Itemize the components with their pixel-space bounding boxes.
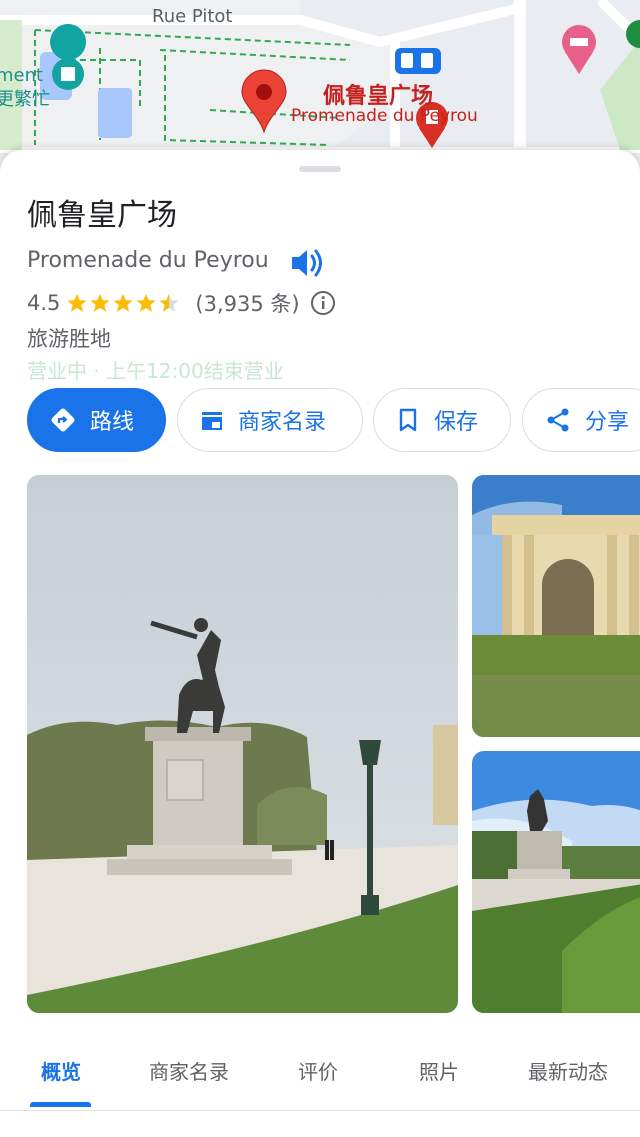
- tab-photos[interactable]: 照片: [419, 1056, 459, 1085]
- rating-stars: [66, 292, 181, 314]
- star-icon: [90, 293, 111, 312]
- rating-row[interactable]: 4.5 (3,935 条): [27, 288, 336, 318]
- map-canvas: [0, 0, 640, 153]
- place-photo-3[interactable]: [472, 751, 640, 1013]
- map-poi-sublabel: Promenade du Peyrou: [291, 106, 478, 126]
- place-category: 旅游胜地: [27, 327, 111, 351]
- tab-overview[interactable]: 概览: [41, 1056, 81, 1085]
- bookmark-icon: [399, 408, 417, 432]
- place-photo-2[interactable]: [472, 475, 640, 737]
- directory-button[interactable]: 商家名录: [177, 388, 363, 452]
- share-icon: [547, 408, 569, 432]
- star-icon: [67, 293, 88, 312]
- bus-icon[interactable]: [395, 48, 441, 74]
- directions-label: 路线: [90, 410, 135, 435]
- place-tabs: 概览 商家名录 评价 照片 最新动态: [0, 1030, 640, 1111]
- save-label: 保存: [434, 410, 479, 435]
- star-icon: [136, 293, 157, 312]
- street-label: Rue Pitot: [152, 6, 233, 27]
- share-button[interactable]: 分享: [522, 388, 640, 452]
- place-sheet: 佩鲁皇广场 Promenade du Peyrou 4.5 (3,935 条) …: [0, 150, 640, 1137]
- statue-photo: [27, 475, 458, 1013]
- map-area-label: ment 更繁忙: [0, 65, 50, 110]
- rating-value: 4.5: [27, 291, 61, 315]
- info-icon[interactable]: [310, 290, 336, 316]
- drag-handle[interactable]: [299, 166, 341, 172]
- statue-park-photo: [472, 751, 640, 1013]
- pavilion-photo: [472, 475, 640, 737]
- place-photo-main[interactable]: [27, 475, 458, 1013]
- star-icon: [113, 293, 134, 312]
- action-chips: 路线 商家名录 保存 分享: [27, 388, 640, 454]
- review-count: (3,935 条): [195, 292, 300, 316]
- directions-button[interactable]: 路线: [27, 388, 166, 452]
- directory-label: 商家名录: [238, 410, 327, 435]
- half-star-icon: [159, 293, 180, 312]
- share-label: 分享: [585, 410, 630, 435]
- tab-indicator: [30, 1102, 91, 1107]
- place-subtitle: Promenade du Peyrou: [27, 248, 269, 273]
- tab-reviews[interactable]: 评价: [298, 1056, 338, 1085]
- map-view[interactable]: Rue Pitot ment 更繁忙 佩鲁皇广场 Promenade du Pe…: [0, 0, 640, 170]
- speaker-icon[interactable]: [288, 245, 326, 281]
- storefront-icon: [202, 412, 222, 430]
- tab-updates[interactable]: 最新动态: [528, 1056, 608, 1085]
- save-button[interactable]: 保存: [373, 388, 511, 452]
- place-title: 佩鲁皇广场: [27, 198, 177, 233]
- tab-directory[interactable]: 商家名录: [149, 1056, 229, 1085]
- opening-hours[interactable]: 营业中 · 上午12:00结束营业: [27, 355, 284, 384]
- hotel-icon[interactable]: [562, 25, 596, 74]
- directions-icon: [51, 408, 75, 432]
